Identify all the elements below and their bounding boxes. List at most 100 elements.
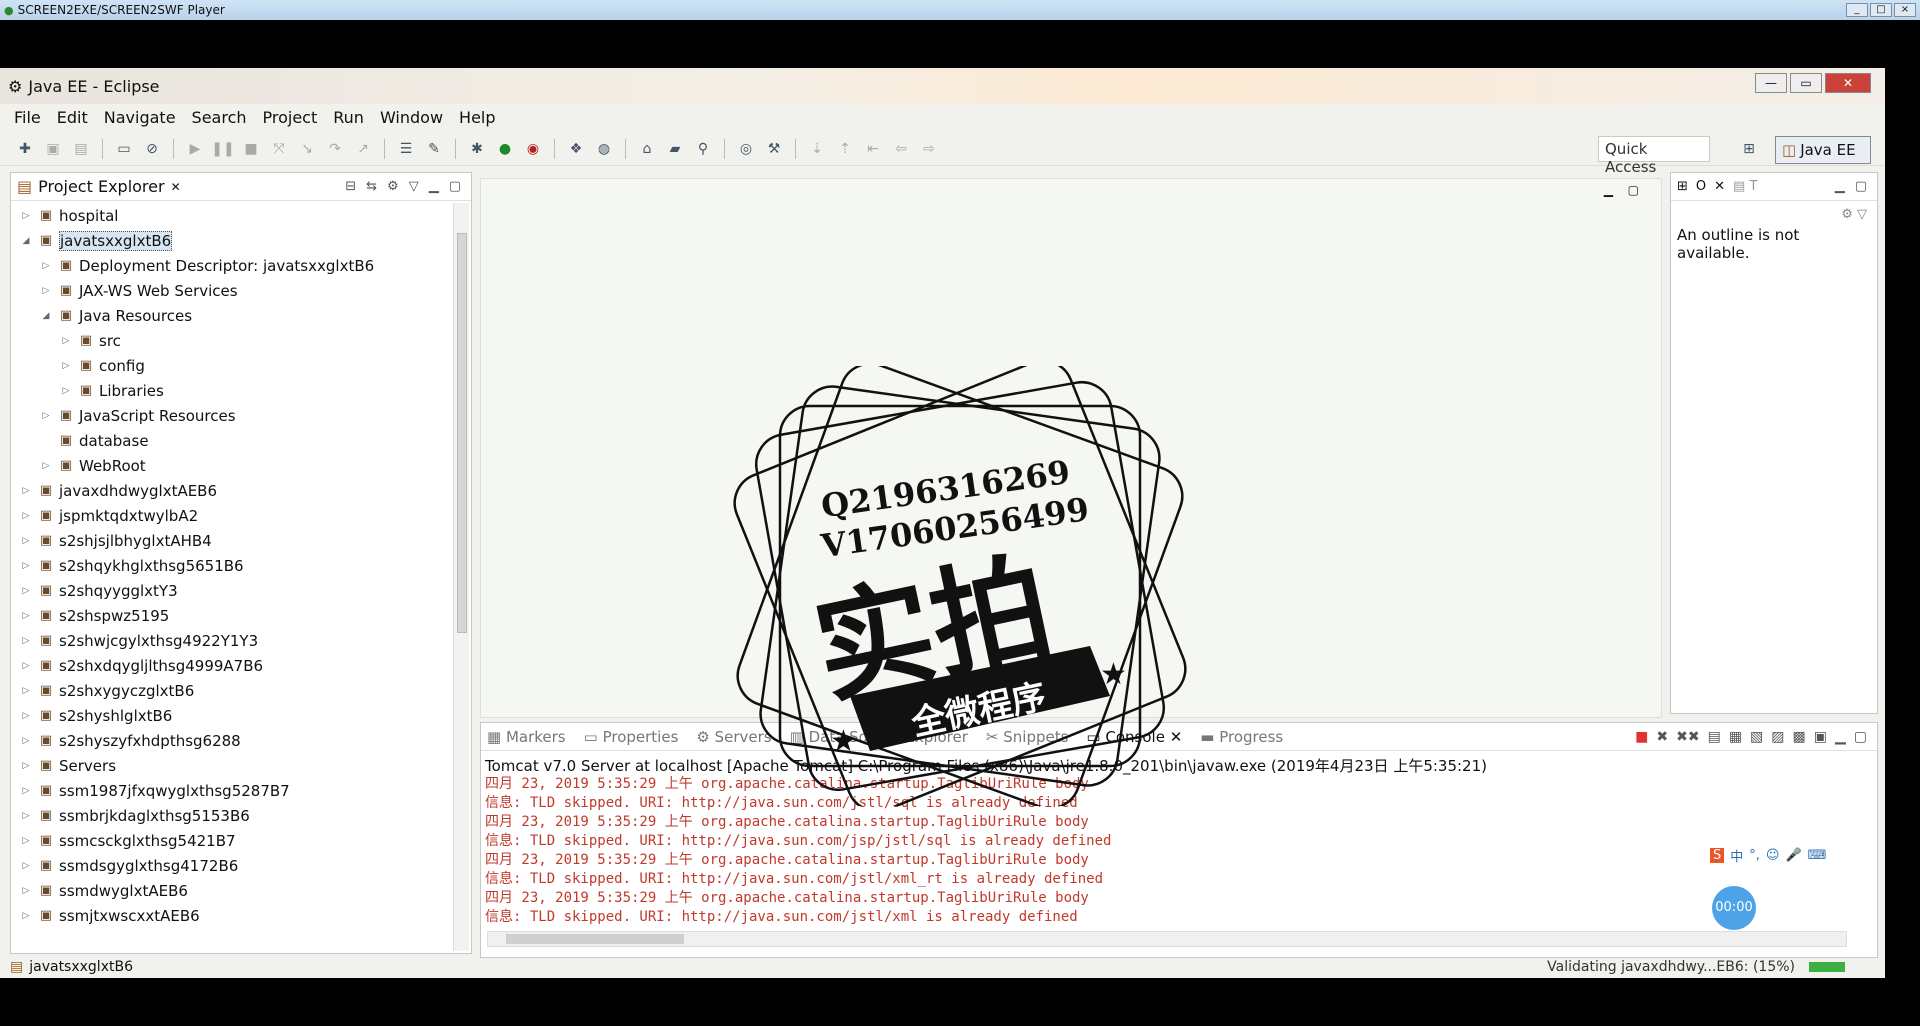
expand-toggle-icon[interactable]: ▷ xyxy=(59,336,73,346)
tab-progress[interactable]: ▬ Progress xyxy=(1200,728,1283,746)
java-ee-perspective-button[interactable]: ◫ Java EE xyxy=(1775,136,1871,164)
tree-item[interactable]: ▷ ▣ JAX-WS Web Services xyxy=(11,278,451,303)
expand-toggle-icon[interactable]: ▷ xyxy=(19,911,33,921)
task-list-icon[interactable]: ▤ T xyxy=(1733,179,1757,194)
tree-item[interactable]: ▷ ▣ ssmdsgyglxthsg4172B6 xyxy=(11,853,451,878)
ime-toolbar[interactable]: S 中 °, ☺ 🎤 ⌨ xyxy=(1710,846,1826,865)
expand-toggle-icon[interactable]: ▷ xyxy=(19,811,33,821)
save-all-icon[interactable]: ▤ xyxy=(70,138,92,160)
forward-icon[interactable]: ⇨ xyxy=(918,138,940,160)
tree-item[interactable]: ◢ ▣ javatsxxglxtB6 xyxy=(11,228,451,253)
menu-help[interactable]: Help xyxy=(459,108,495,127)
open-type-icon[interactable]: ⌂ xyxy=(636,138,658,160)
step-into-icon[interactable]: ↘ xyxy=(296,138,318,160)
globe-icon[interactable]: ◎ xyxy=(735,138,757,160)
remove-launch-icon[interactable]: ✖ xyxy=(1656,729,1668,745)
scroll-lock-icon[interactable]: ▤ xyxy=(1708,729,1721,745)
menu-edit[interactable]: Edit xyxy=(57,108,88,127)
link-editor-icon[interactable]: ⇆ xyxy=(366,179,377,194)
tree-item[interactable]: ▷ ▣ ssmcsckglxthsg5421B7 xyxy=(11,828,451,853)
tree-item[interactable]: ▷ ▣ s2shjsjlbhyglxtAHB4 xyxy=(11,528,451,553)
expand-toggle-icon[interactable]: ▷ xyxy=(39,411,53,421)
save-icon[interactable]: ▣ xyxy=(42,138,64,160)
open-folder-icon[interactable]: ▰ xyxy=(664,138,686,160)
expand-toggle-icon[interactable]: ▷ xyxy=(39,461,53,471)
expand-toggle-icon[interactable]: ▷ xyxy=(19,561,33,571)
close-button[interactable]: ✕ xyxy=(1825,73,1871,93)
expand-toggle-icon[interactable]: ▷ xyxy=(39,286,53,296)
terminate-icon[interactable]: ■ xyxy=(240,138,262,160)
disconnect-icon[interactable]: ⤧ xyxy=(268,138,290,160)
outline-tab-icon[interactable]: ⊞ xyxy=(1677,179,1688,194)
mark-occurrences-icon[interactable]: ✎ xyxy=(423,138,445,160)
console-horizontal-scrollbar[interactable] xyxy=(487,931,1847,947)
back-icon[interactable]: ⇦ xyxy=(890,138,912,160)
display-console-icon[interactable]: ▩ xyxy=(1793,729,1806,745)
run-icon[interactable]: ● xyxy=(494,138,516,160)
expand-toggle-icon[interactable]: ▷ xyxy=(19,736,33,746)
outline-minimize-icon[interactable]: ▁ xyxy=(1835,179,1845,194)
expand-toggle-icon[interactable]: ▷ xyxy=(19,536,33,546)
pin-console-icon[interactable]: ▨ xyxy=(1771,729,1784,745)
expand-toggle-icon[interactable]: ▷ xyxy=(19,211,33,221)
player-minimize-button[interactable]: _ xyxy=(1846,3,1868,17)
word-wrap-icon[interactable]: ▦ xyxy=(1729,729,1742,745)
last-edit-icon[interactable]: ⇤ xyxy=(862,138,884,160)
menu-search[interactable]: Search xyxy=(192,108,247,127)
close-tab-icon[interactable]: ✕ xyxy=(171,180,181,194)
project-explorer-tab[interactable]: Project Explorer xyxy=(38,177,164,196)
editor-maximize-icon[interactable]: ▢ xyxy=(1628,183,1639,197)
step-over-icon[interactable]: ↷ xyxy=(324,138,346,160)
tree-item[interactable]: ▷ ▣ s2shxygyczglxtB6 xyxy=(11,678,451,703)
tree-item[interactable]: ▷ ▣ s2shxdqygljlthsg4999A7B6 xyxy=(11,653,451,678)
next-annotation-icon[interactable]: ⇣ xyxy=(806,138,828,160)
show-on-output-icon[interactable]: ▧ xyxy=(1750,729,1763,745)
player-maximize-button[interactable]: □ xyxy=(1870,3,1892,17)
outline-maximize-icon[interactable]: ▢ xyxy=(1855,179,1867,194)
open-console-icon[interactable]: ▣ xyxy=(1814,729,1827,745)
player-close-button[interactable]: × xyxy=(1894,3,1916,17)
expand-toggle-icon[interactable]: ▷ xyxy=(19,786,33,796)
expand-toggle-icon[interactable]: ◢ xyxy=(19,236,33,246)
console-icon[interactable]: ▭ xyxy=(113,138,135,160)
expand-toggle-icon[interactable]: ▷ xyxy=(19,661,33,671)
console-maximize-icon[interactable]: ▢ xyxy=(1854,729,1867,745)
terminate-icon[interactable]: ■ xyxy=(1635,729,1648,745)
menu-navigate[interactable]: Navigate xyxy=(104,108,176,127)
remove-all-icon[interactable]: ✖✖ xyxy=(1676,729,1699,745)
expand-toggle-icon[interactable]: ▷ xyxy=(39,261,53,271)
tree-item[interactable]: ▷ ▣ JavaScript Resources xyxy=(11,403,451,428)
tree-item[interactable]: ▷ ▣ ssmjtxwscxxtAEB6 xyxy=(11,903,451,928)
skip-breakpoints-icon[interactable]: ⊘ xyxy=(141,138,163,160)
tree-item[interactable]: ▷ ▣ s2shwjcgylxthsg4922Y1Y3 xyxy=(11,628,451,653)
expand-toggle-icon[interactable]: ▷ xyxy=(59,361,73,371)
menu-file[interactable]: File xyxy=(14,108,41,127)
tree-item[interactable]: ▷ ▣ ssmbrjkdaglxthsg5153B6 xyxy=(11,803,451,828)
tree-item[interactable]: ▷ ▣ WebRoot xyxy=(11,453,451,478)
expand-toggle-icon[interactable]: ▷ xyxy=(59,386,73,396)
minimize-view-icon[interactable]: ▁ xyxy=(429,179,439,194)
external-tools-icon[interactable]: ⚒ xyxy=(763,138,785,160)
toggle-block-icon[interactable]: ☰ xyxy=(395,138,417,160)
tree-item[interactable]: ▷ ▣ Deployment Descriptor: javatsxxglxtB6 xyxy=(11,253,451,278)
new-server-icon[interactable]: ❖ xyxy=(565,138,587,160)
maximize-button[interactable]: ▭ xyxy=(1790,73,1822,93)
outline-view-menu-icon[interactable]: ⚙ ▽ xyxy=(1671,201,1877,222)
expand-toggle-icon[interactable]: ▷ xyxy=(19,761,33,771)
outline-close-icon[interactable]: ✕ xyxy=(1714,179,1725,194)
view-menu-icon[interactable]: ▽ xyxy=(409,179,419,194)
collapse-all-icon[interactable]: ⊟ xyxy=(345,179,356,194)
tree-item[interactable]: ▷ ▣ s2shspwz5195 xyxy=(11,603,451,628)
tree-item[interactable]: ▷ ▣ s2shyszyfxhdpthsg6288 xyxy=(11,728,451,753)
editor-minimize-icon[interactable]: ▁ xyxy=(1604,183,1613,197)
maximize-view-icon[interactable]: ▢ xyxy=(449,179,461,194)
run-server-icon[interactable]: ◉ xyxy=(522,138,544,160)
tree-item[interactable]: ▷ ▣ javaxdhdwyglxtAEB6 xyxy=(11,478,451,503)
tree-item[interactable]: ▷ ▣ Servers xyxy=(11,753,451,778)
tree-item[interactable]: ▣ database xyxy=(11,428,451,453)
expand-toggle-icon[interactable]: ▷ xyxy=(19,711,33,721)
tab-markers[interactable]: ▦ Markers xyxy=(487,728,566,746)
expand-toggle-icon[interactable]: ▷ xyxy=(19,836,33,846)
tree-item[interactable]: ▷ ▣ Libraries xyxy=(11,378,451,403)
suspend-icon[interactable]: ❚❚ xyxy=(211,138,234,160)
